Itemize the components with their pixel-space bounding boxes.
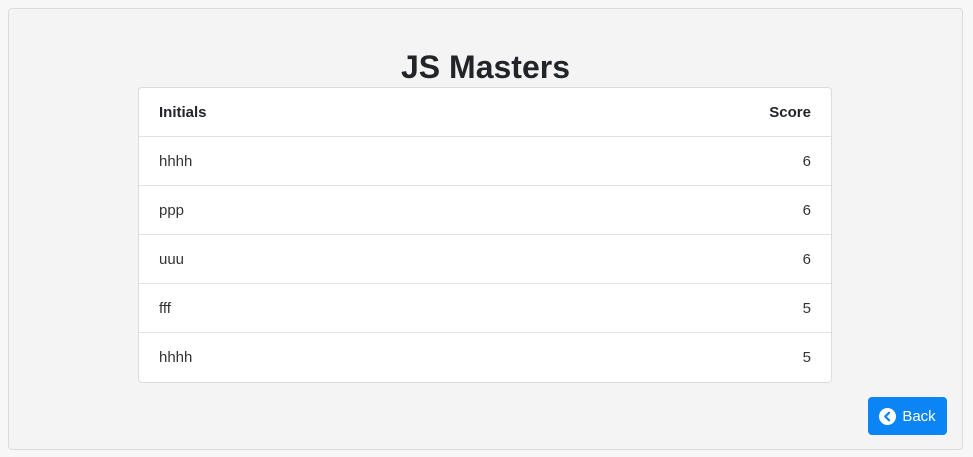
scores-table: Initials Score hhhh 6 ppp 6 uuu 6 fff 5 …: [138, 87, 832, 383]
back-button-label: Back: [902, 407, 936, 425]
initials-cell: fff: [159, 299, 171, 317]
score-cell: 5: [802, 349, 811, 366]
chevron-left-circle-icon: [879, 407, 897, 425]
table-row: hhhh 5: [139, 333, 831, 382]
initials-cell: ppp: [159, 201, 185, 219]
score-cell: 6: [802, 152, 811, 170]
initials-cell: hhhh: [159, 152, 193, 170]
initials-cell: uuu: [159, 250, 185, 268]
table-row: ppp 6: [139, 186, 831, 235]
column-header-score: Score: [769, 103, 811, 121]
score-cell: 6: [802, 201, 811, 219]
initials-cell: hhhh: [159, 349, 193, 366]
table-header-row: Initials Score: [139, 88, 831, 137]
page-container: JS Masters Initials Score hhhh 6 ppp 6 u…: [8, 8, 963, 450]
back-button[interactable]: Back: [868, 397, 947, 435]
table-row: uuu 6: [139, 235, 831, 284]
page-title: JS Masters: [401, 49, 570, 85]
column-header-initials: Initials: [159, 103, 207, 121]
score-cell: 6: [802, 250, 811, 268]
table-row: hhhh 6: [139, 137, 831, 186]
score-cell: 5: [802, 299, 811, 317]
table-row: fff 5: [139, 284, 831, 333]
